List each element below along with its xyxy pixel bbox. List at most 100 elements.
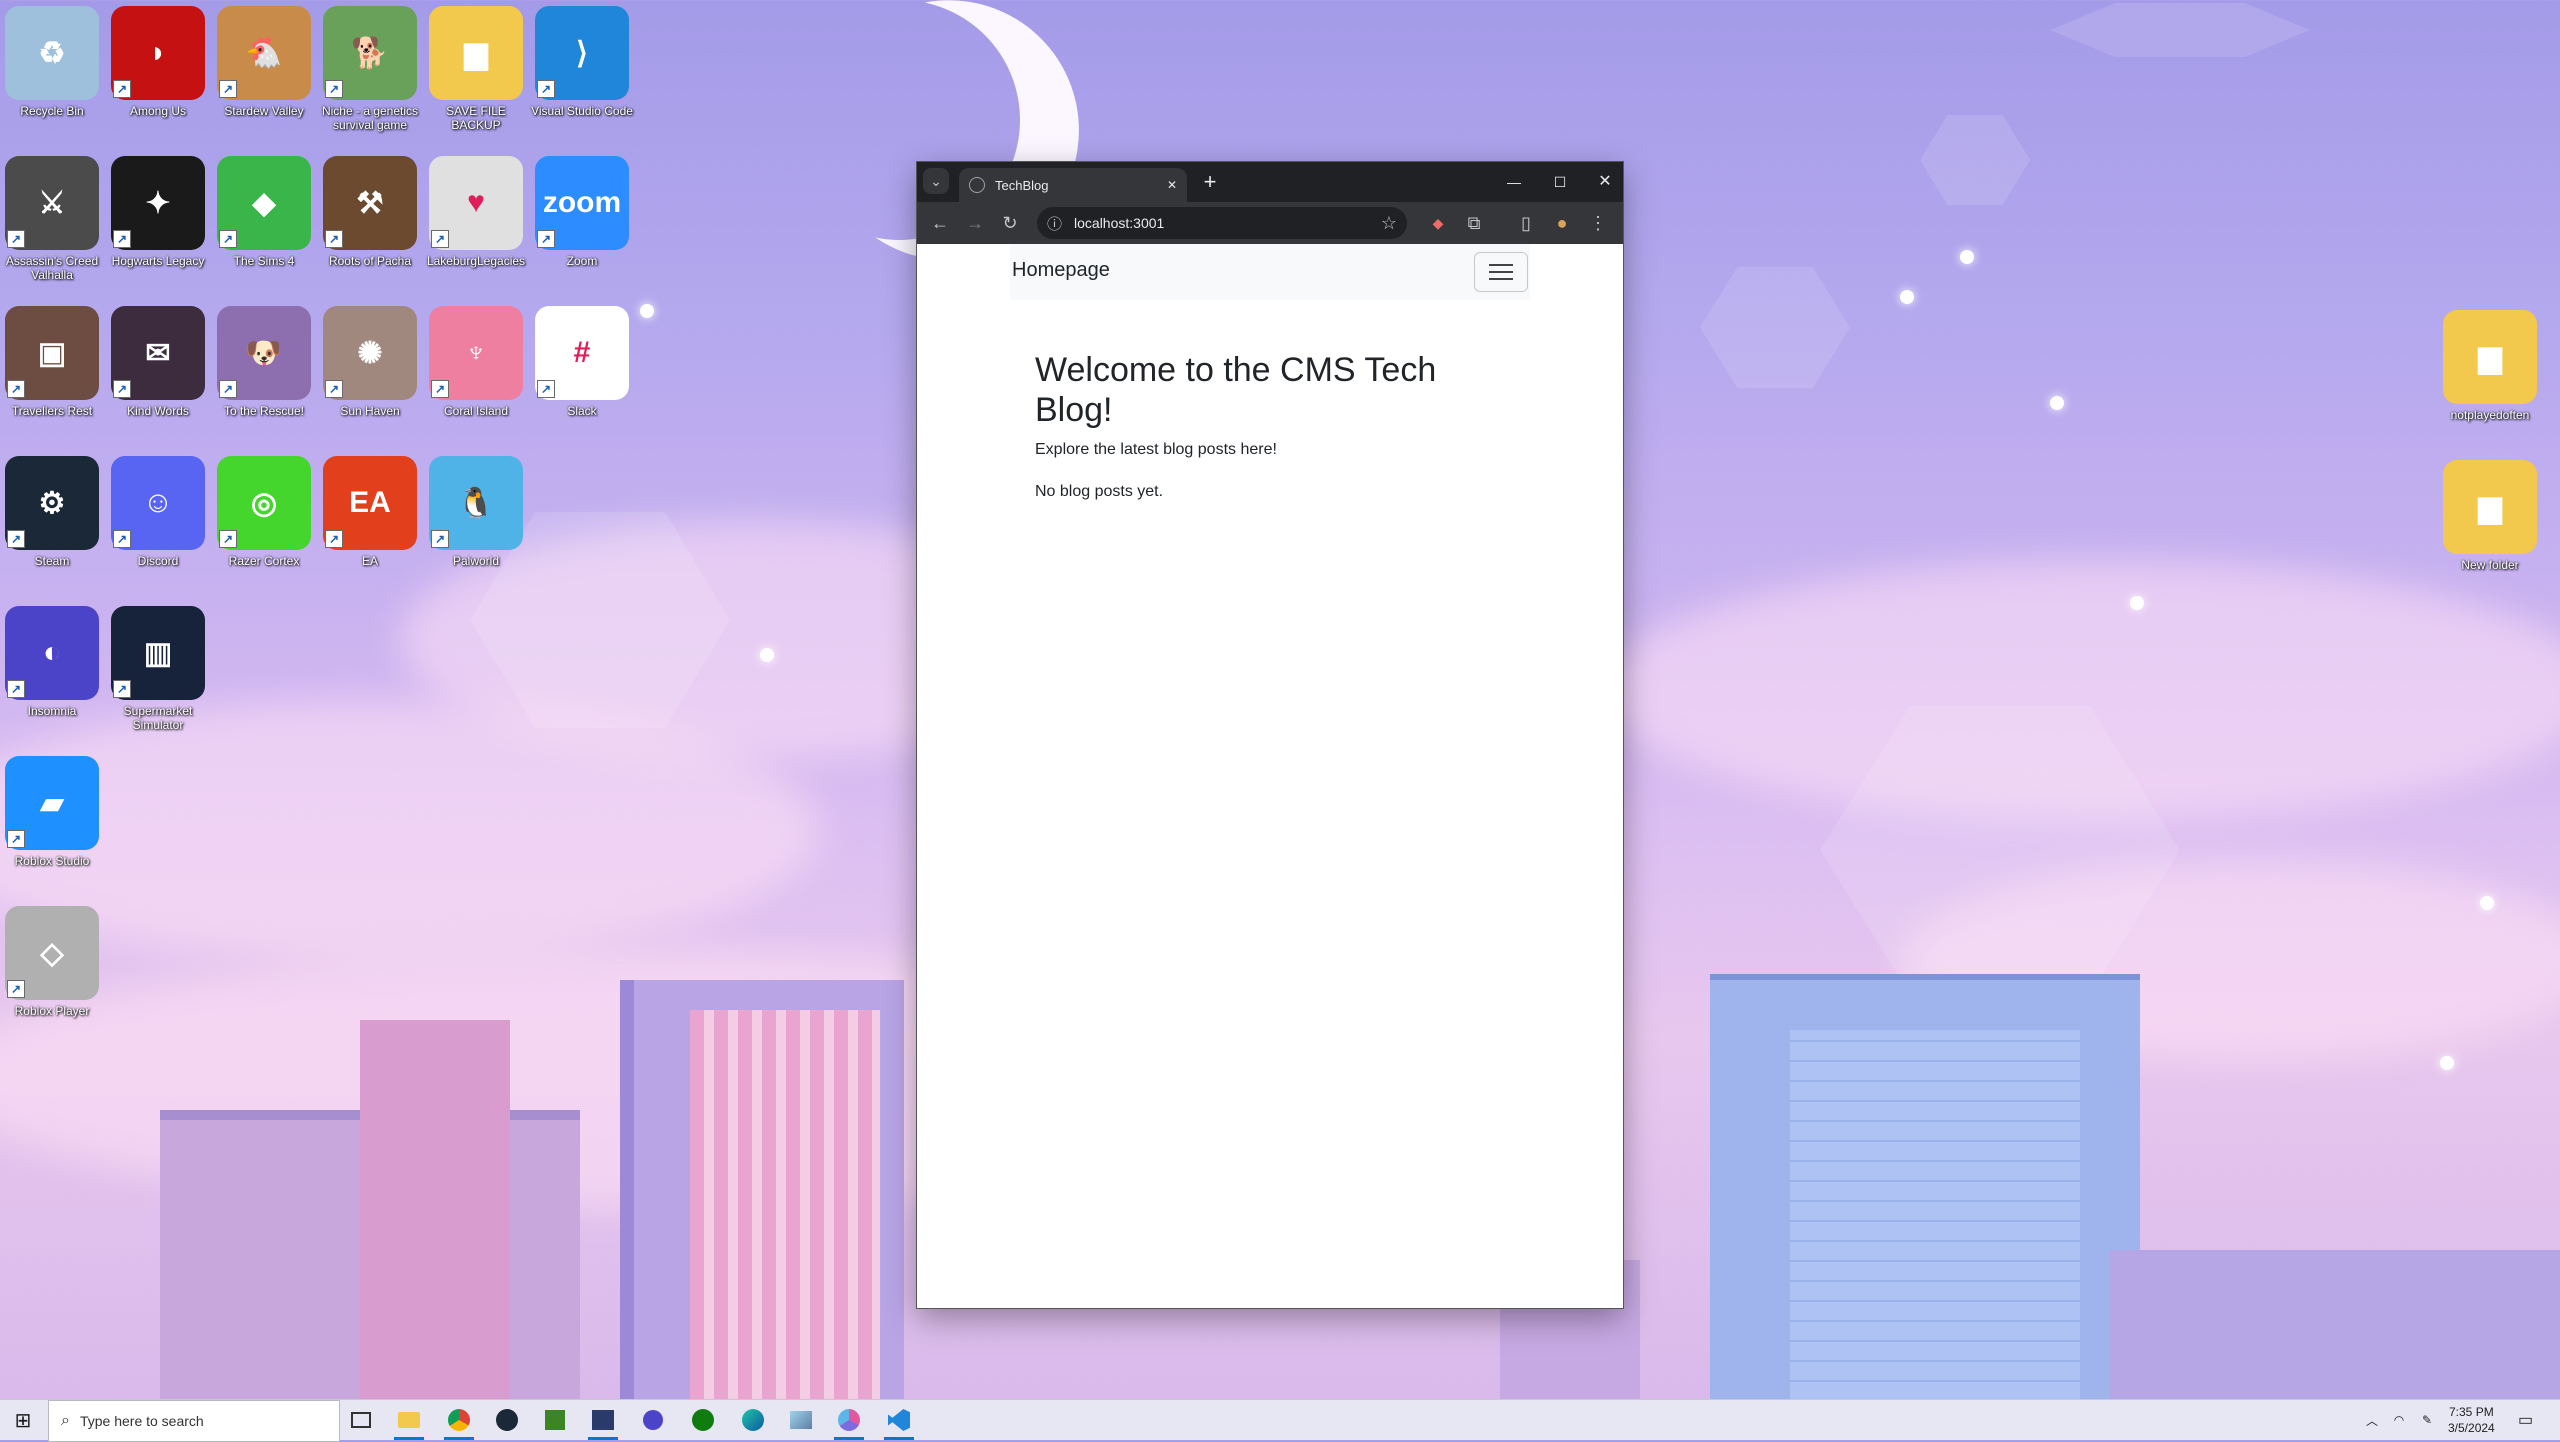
desktop-icon-label: Sun Haven bbox=[340, 404, 400, 418]
visual-studio-icon[interactable] bbox=[582, 1404, 624, 1440]
desktop-icon-new-folder[interactable]: ▆ New folder bbox=[2440, 460, 2540, 605]
desktop-icon-assassin-s-creed-valhalla[interactable]: ⚔ ↗ Assassin's Creed Valhalla bbox=[2, 156, 102, 301]
desktop-icon-notplayedoften[interactable]: ▆ notplayedoften bbox=[2440, 310, 2540, 455]
desktop-icon-visual-studio-code[interactable]: ⟩ ↗ Visual Studio Code bbox=[531, 6, 633, 151]
bookmark-star-icon[interactable]: ☆ bbox=[1381, 213, 1397, 234]
new-tab-button[interactable]: + bbox=[1195, 167, 1225, 197]
navbar-toggler-button[interactable] bbox=[1474, 252, 1528, 292]
shortcut-arrow-icon: ↗ bbox=[325, 530, 343, 548]
app-icon: ⚙ ↗ bbox=[5, 456, 99, 550]
menu-dots-icon[interactable]: ⋮ bbox=[1583, 208, 1613, 238]
extension-icon[interactable]: ◆ bbox=[1423, 208, 1453, 238]
maximize-button[interactable]: ☐ bbox=[1545, 167, 1575, 197]
desktop-icon-zoom[interactable]: zoom ↗ Zoom bbox=[532, 156, 632, 301]
address-bar[interactable]: ⓘ localhost:3001 ☆ bbox=[1037, 207, 1407, 239]
desktop-icon-save-file-backup[interactable]: ▆ SAVE FILE BACKUP bbox=[426, 6, 526, 151]
desktop-icon-slack[interactable]: # ↗ Slack bbox=[532, 306, 632, 451]
profile-avatar-icon[interactable]: ● bbox=[1547, 208, 1577, 238]
globe-icon bbox=[969, 177, 985, 193]
desktop-icon-sun-haven[interactable]: ✺ ↗ Sun Haven bbox=[320, 306, 420, 451]
minimize-button[interactable]: — bbox=[1499, 167, 1529, 197]
tab-techblog[interactable]: TechBlog ✕ bbox=[959, 168, 1187, 202]
start-button[interactable]: ⊞ bbox=[2, 1404, 44, 1436]
back-icon[interactable]: ← bbox=[925, 208, 955, 238]
desktop-icon-palworld[interactable]: 🐧 ↗ Palworld bbox=[426, 456, 526, 601]
chrome-profile-icon[interactable] bbox=[828, 1404, 870, 1440]
puzzle-icon[interactable]: ⧉ bbox=[1459, 208, 1489, 238]
visual-studio-glyph bbox=[592, 1410, 614, 1430]
steam-icon[interactable] bbox=[486, 1404, 528, 1436]
browser-window[interactable]: ⌄ TechBlog ✕ + — ☐ ✕ ← → ↻ ⓘ localhost:3… bbox=[917, 162, 1623, 1308]
site-info-icon[interactable]: ⓘ bbox=[1047, 213, 1062, 234]
desktop-icon-label: notplayedoften bbox=[2450, 408, 2530, 422]
side-panel-icon[interactable]: ▯ bbox=[1511, 208, 1541, 238]
desktop-icon-steam[interactable]: ⚙ ↗ Steam bbox=[2, 456, 102, 601]
minecraft-icon[interactable] bbox=[534, 1404, 576, 1436]
forward-icon[interactable]: → bbox=[960, 208, 990, 238]
reload-icon[interactable]: ↻ bbox=[995, 208, 1025, 238]
shortcut-arrow-icon: ↗ bbox=[7, 680, 25, 698]
vscode-icon[interactable] bbox=[878, 1404, 920, 1440]
shortcut-arrow-icon: ↗ bbox=[7, 380, 25, 398]
notification-icon[interactable]: ▭ bbox=[2518, 1400, 2533, 1440]
chrome-icon[interactable] bbox=[438, 1404, 480, 1440]
folder-glyph bbox=[398, 1412, 420, 1428]
star bbox=[2440, 1056, 2454, 1070]
desktop-icon-roblox-studio[interactable]: ▰ ↗ Roblox Studio bbox=[2, 756, 102, 901]
main-content: Welcome to the CMS Tech Blog! Explore th… bbox=[1035, 350, 1495, 524]
desktop-icon-roblox-player[interactable]: ◇ ↗ Roblox Player bbox=[2, 906, 102, 1051]
desktop-icon-supermarket-simulator[interactable]: ▥ ↗ Supermarket Simulator bbox=[108, 606, 208, 751]
desktop-icon-label: Kind Words bbox=[127, 404, 189, 418]
desktop-icon-among-us[interactable]: ◗ ↗ Among Us bbox=[108, 6, 208, 151]
desktop-icon-razer-cortex[interactable]: ◎ ↗ Razer Cortex bbox=[214, 456, 314, 601]
app-icon: ◎ ↗ bbox=[217, 456, 311, 550]
desktop-icon-hogwarts-legacy[interactable]: ✦ ↗ Hogwarts Legacy bbox=[108, 156, 208, 301]
app-icon: ♻ bbox=[5, 6, 99, 100]
terminal-icon[interactable] bbox=[780, 1404, 822, 1436]
navbar: Homepage bbox=[1010, 244, 1530, 300]
star bbox=[2480, 896, 2494, 910]
xbox-icon[interactable] bbox=[682, 1404, 724, 1436]
edge-icon[interactable] bbox=[732, 1404, 774, 1436]
desktop-icon-lakeburglegacies[interactable]: ♥ ↗ LakeburgLegacies bbox=[426, 156, 526, 301]
tab-title: TechBlog bbox=[995, 177, 1049, 193]
insomnia-icon[interactable] bbox=[632, 1404, 674, 1436]
desktop-icon-recycle-bin[interactable]: ♻ Recycle Bin bbox=[2, 6, 102, 151]
desktop-icon-the-sims-4[interactable]: ◆ ↗ The Sims 4 bbox=[214, 156, 314, 301]
navbar-brand-link[interactable]: Homepage bbox=[1012, 259, 1110, 282]
shortcut-arrow-icon: ↗ bbox=[113, 230, 131, 248]
pen-icon[interactable]: ✎ bbox=[2414, 1413, 2440, 1427]
chevron-up-icon[interactable]: ︿ bbox=[2360, 1412, 2384, 1429]
desktop-icon-label: Supermarket Simulator bbox=[123, 704, 193, 732]
url-text[interactable]: localhost:3001 bbox=[1074, 215, 1381, 231]
search-box[interactable]: ⌕ Type here to search bbox=[48, 1400, 340, 1442]
desktop-icon-niche-a-genetics-survival-game[interactable]: 🐕 ↗ Niche - a genetics survival game bbox=[320, 6, 420, 151]
browser-toolbar: ← → ↻ ⓘ localhost:3001 ☆ ◆ ⧉ ▯ ● ⋮ bbox=[917, 202, 1623, 244]
wifi-icon[interactable]: ◠ bbox=[2384, 1413, 2414, 1427]
desktop-icon-label: Coral Island bbox=[443, 404, 509, 418]
close-icon[interactable]: ✕ bbox=[1167, 178, 1177, 192]
app-icon: 🐶 ↗ bbox=[217, 306, 311, 400]
app-icon: ▆ bbox=[2443, 310, 2537, 404]
desktop-icon-kind-words[interactable]: ✉ ↗ Kind Words bbox=[108, 306, 208, 451]
desktop-icon-discord[interactable]: ☺ ↗ Discord bbox=[108, 456, 208, 601]
clock[interactable]: 7:35 PM 3/5/2024 bbox=[2448, 1400, 2495, 1440]
desktop-icon-label: Discord bbox=[137, 554, 179, 568]
desktop-icon-ea[interactable]: EA ↗ EA bbox=[320, 456, 420, 601]
tab-search-button[interactable]: ⌄ bbox=[923, 168, 949, 194]
desktop-icon-insomnia[interactable]: ◐ ↗ Insomnia bbox=[2, 606, 102, 751]
hexagon-decoration bbox=[1700, 266, 1850, 389]
desktop-icon-roots-of-pacha[interactable]: ⚒ ↗ Roots of Pacha bbox=[320, 156, 420, 301]
desktop-icon-stardew-valley[interactable]: 🐔 ↗ Stardew Valley bbox=[214, 6, 314, 151]
file-explorer-icon[interactable] bbox=[388, 1404, 430, 1440]
desktop-icon-label: LakeburgLegacies bbox=[426, 254, 526, 268]
app-icon: ◐ ↗ bbox=[5, 606, 99, 700]
task-view-icon[interactable] bbox=[340, 1404, 382, 1436]
shortcut-arrow-icon: ↗ bbox=[219, 230, 237, 248]
star bbox=[2130, 596, 2144, 610]
desktop-icon-to-the-rescue[interactable]: 🐶 ↗ To the Rescue! bbox=[214, 306, 314, 451]
desktop-icon-travellers-rest[interactable]: ▣ ↗ Travellers Rest bbox=[2, 306, 102, 451]
page-heading: Welcome to the CMS Tech Blog! bbox=[1035, 351, 1437, 429]
desktop-icon-coral-island[interactable]: ♆ ↗ Coral Island bbox=[426, 306, 526, 451]
close-window-button[interactable]: ✕ bbox=[1590, 167, 1620, 197]
